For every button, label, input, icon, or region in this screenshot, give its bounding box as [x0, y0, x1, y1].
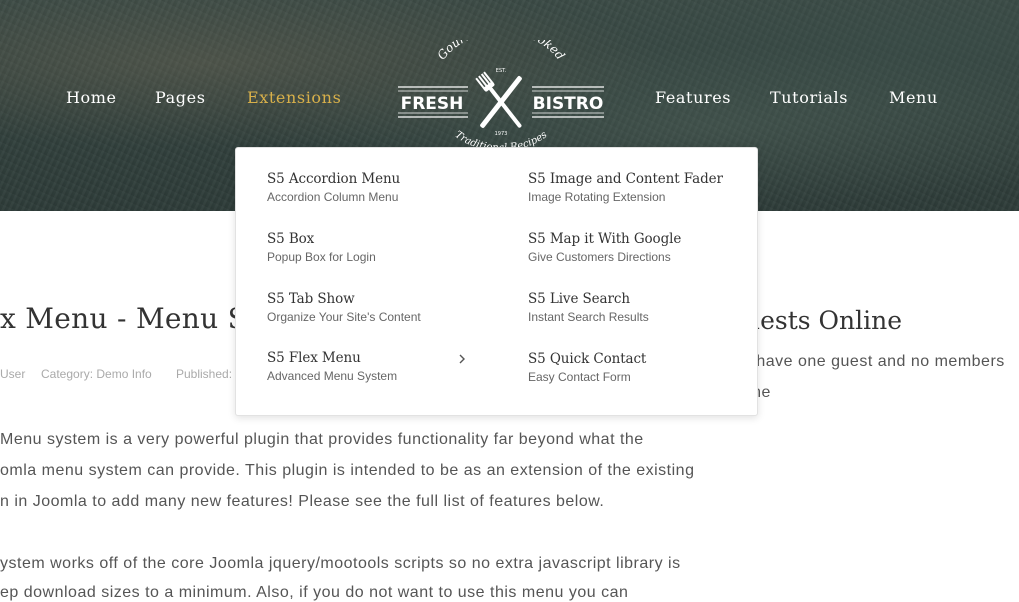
- dropdown-item-quick-contact[interactable]: S5 Quick Contact Easy Contact Form: [528, 349, 743, 385]
- nav-pages[interactable]: Pages: [155, 86, 206, 110]
- nav-extensions[interactable]: Extensions: [247, 86, 341, 110]
- article-text-line: ystem works off of the core Joomla jquer…: [0, 555, 681, 572]
- site-logo[interactable]: Gourmet SlowCooked Traditional Recipes F…: [394, 40, 608, 152]
- dropdown-item-live-search[interactable]: S5 Live Search Instant Search Results: [528, 289, 743, 325]
- logo-year: 1973: [495, 131, 508, 137]
- fork-knife-icon: [475, 71, 522, 128]
- dropdown-item-map-it-with-google[interactable]: S5 Map it With Google Give Customers Dir…: [528, 229, 743, 265]
- dropdown-item-image-content-fader[interactable]: S5 Image and Content Fader Image Rotatin…: [528, 169, 743, 205]
- dropdown-item-subtitle: Image Rotating Extension: [528, 190, 666, 204]
- dropdown-item-title: S5 Accordion Menu: [267, 171, 401, 187]
- logo-top-text: Gourmet SlowCooked: [435, 40, 568, 63]
- dropdown-item-subtitle: Accordion Column Menu: [267, 190, 399, 204]
- dropdown-item-subtitle: Organize Your Site's Content: [267, 310, 421, 324]
- article-category[interactable]: Category: Demo Info: [41, 367, 152, 381]
- dropdown-item-subtitle: Instant Search Results: [528, 310, 649, 324]
- chevron-right-icon[interactable]: [457, 353, 467, 365]
- article-text-line: Menu system is a very powerful plugin th…: [0, 431, 644, 448]
- article-author[interactable]: User: [0, 367, 25, 381]
- dropdown-item-subtitle: Popup Box for Login: [267, 250, 376, 264]
- dropdown-item-flex-menu[interactable]: S5 Flex Menu Advanced Menu System: [267, 348, 482, 384]
- dropdown-item-box[interactable]: S5 Box Popup Box for Login: [267, 229, 482, 265]
- logo-left-text: FRESH: [401, 94, 464, 114]
- dropdown-item-title: S5 Tab Show: [267, 291, 355, 307]
- dropdown-item-title: S5 Quick Contact: [528, 351, 647, 367]
- dropdown-item-title: S5 Image and Content Fader: [528, 171, 723, 187]
- extensions-dropdown: S5 Accordion Menu Accordion Column Menu …: [235, 147, 758, 416]
- dropdown-item-subtitle: Give Customers Directions: [528, 250, 671, 264]
- dropdown-item-subtitle: Easy Contact Form: [528, 370, 631, 384]
- dropdown-item-subtitle: Advanced Menu System: [267, 369, 398, 383]
- dropdown-item-title: S5 Box: [267, 231, 315, 247]
- article-title: x Menu - Menu S: [0, 302, 248, 335]
- logo-est: EST.: [496, 68, 507, 74]
- logo-graphic: Gourmet SlowCooked Traditional Recipes F…: [398, 40, 604, 152]
- nav-home[interactable]: Home: [66, 86, 117, 110]
- nav-features[interactable]: Features: [655, 86, 731, 110]
- dropdown-item-title: S5 Map it With Google: [528, 231, 682, 247]
- guests-online-text: e have one guest and no members: [742, 353, 1005, 370]
- dropdown-item-tab-show[interactable]: S5 Tab Show Organize Your Site's Content: [267, 289, 482, 325]
- article-text-line: ep download sizes to a minimum. Also, if…: [0, 584, 629, 601]
- dropdown-item-accordion-menu[interactable]: S5 Accordion Menu Accordion Column Menu: [267, 169, 482, 205]
- guests-online-title: uests Online: [744, 306, 903, 335]
- logo-right-text: BISTRO: [533, 94, 604, 114]
- dropdown-item-title: S5 Live Search: [528, 291, 630, 307]
- nav-menu[interactable]: Menu: [889, 86, 938, 110]
- nav-tutorials[interactable]: Tutorials: [770, 86, 848, 110]
- dropdown-item-title: S5 Flex Menu: [267, 350, 361, 366]
- article-text-line: n in Joomla to add many new features! Pl…: [0, 493, 605, 510]
- article-published: Published:: [176, 367, 233, 381]
- article-text-line: omla menu system can provide. This plugi…: [0, 462, 695, 479]
